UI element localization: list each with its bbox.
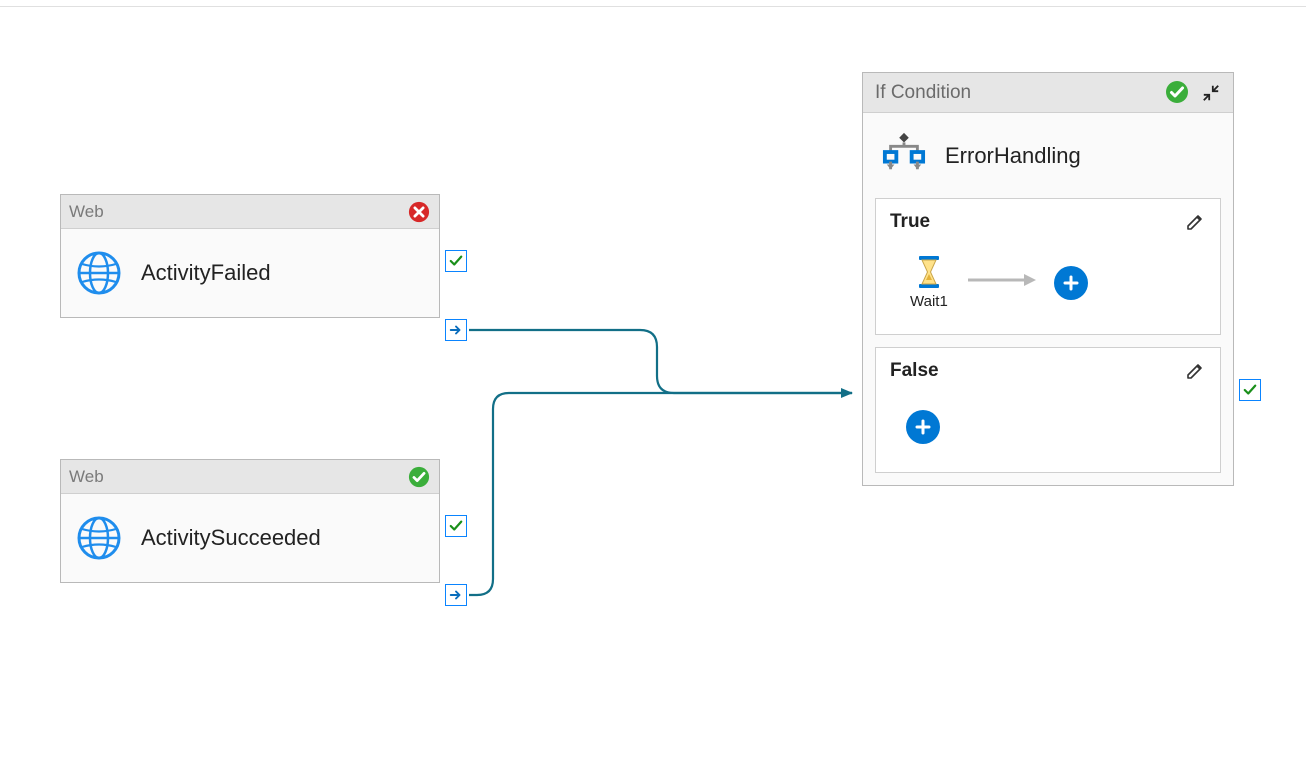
activity-body: ActivityFailed: [61, 229, 439, 317]
status-badge-succeeded: [407, 465, 431, 489]
branch-header: True: [876, 199, 1220, 239]
if-type-label: If Condition: [875, 82, 971, 104]
collapse-icon[interactable]: [1201, 83, 1221, 103]
plus-icon: [1063, 275, 1079, 291]
activity-name-label: ActivityFailed: [141, 260, 271, 286]
branch-activity-label: Wait1: [910, 293, 948, 310]
output-port-success[interactable]: [1239, 379, 1261, 401]
if-title-row: ErrorHandling: [863, 113, 1233, 198]
success-icon: [408, 466, 430, 488]
output-port-skip[interactable]: [445, 584, 467, 606]
edit-branch-button[interactable]: [1184, 360, 1206, 382]
activity-header: Web: [61, 460, 439, 494]
branch-body: [876, 388, 1220, 472]
if-name-label: ErrorHandling: [945, 143, 1081, 169]
pipeline-canvas[interactable]: Web ActivityFailed: [0, 0, 1306, 777]
branch-label: False: [890, 360, 939, 382]
web-icon: [75, 514, 123, 562]
flow-arrow-icon: [966, 270, 1036, 295]
edit-branch-button[interactable]: [1184, 211, 1206, 233]
add-activity-button[interactable]: [906, 410, 940, 444]
status-badge-failed: [407, 200, 431, 224]
failure-icon: [408, 201, 430, 223]
branch-label: True: [890, 211, 930, 233]
output-port-success[interactable]: [445, 250, 467, 272]
branch-activity-wait[interactable]: Wait1: [910, 255, 948, 310]
add-activity-button[interactable]: [1054, 266, 1088, 300]
activity-body: ActivitySucceeded: [61, 494, 439, 582]
plus-icon: [915, 419, 931, 435]
pencil-icon: [1185, 212, 1205, 232]
activity-header: Web: [61, 195, 439, 229]
success-icon: [1165, 80, 1189, 104]
activity-type-label: Web: [69, 467, 104, 487]
activity-type-label: Web: [69, 202, 104, 222]
branch-body: Wait1: [876, 239, 1220, 334]
activity-name-label: ActivitySucceeded: [141, 525, 321, 551]
branch-header: False: [876, 348, 1220, 388]
web-icon: [75, 249, 123, 297]
activity-node-activitysucceeded[interactable]: Web ActivitySucceeded: [60, 459, 440, 583]
output-port-success[interactable]: [445, 515, 467, 537]
pencil-icon: [1185, 361, 1205, 381]
activity-node-activityfailed[interactable]: Web ActivityFailed: [60, 194, 440, 318]
hourglass-icon: [915, 255, 943, 289]
if-condition-node[interactable]: If Condition: [862, 72, 1234, 486]
if-condition-icon: [879, 131, 929, 180]
branch-true[interactable]: True Wait1: [875, 198, 1221, 335]
if-header: If Condition: [863, 73, 1233, 113]
output-port-skip[interactable]: [445, 319, 467, 341]
status-badge-succeeded: [1165, 80, 1191, 106]
branch-false[interactable]: False: [875, 347, 1221, 473]
